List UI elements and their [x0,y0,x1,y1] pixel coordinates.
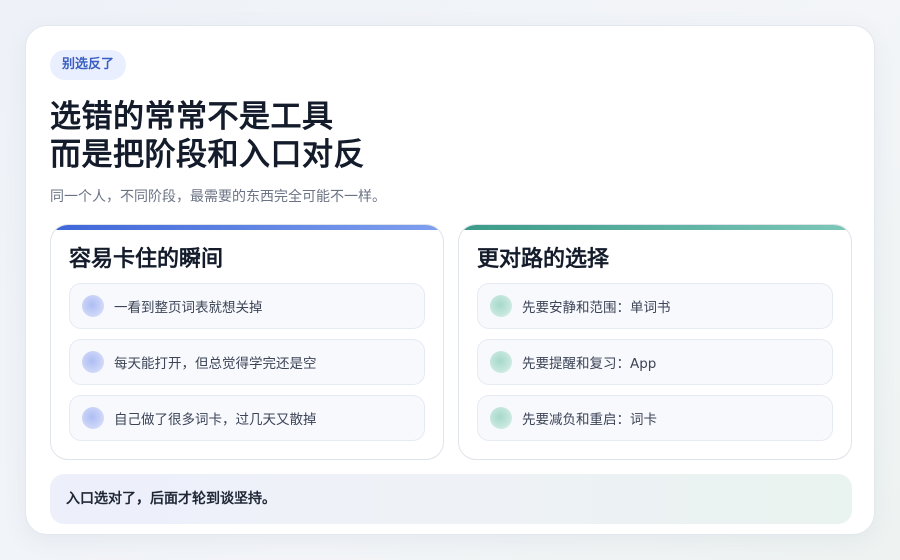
better-choices-panel: 更对路的选择 先要安静和范围：单词书 先要提醒和复习：App 先要减负和重启：词… [458,224,852,460]
list-item: 先要提醒和复习：App [477,339,833,385]
list-item: 先要减负和重启：词卡 [477,395,833,441]
footer-note: 入口选对了，后面才轮到谈坚持。 [50,474,852,524]
list-item-text: 自己做了很多词卡，过几天又散掉 [114,412,317,428]
list-item: 一看到整页词表就想关掉 [69,283,425,329]
list-item-text: 先要提醒和复习：App [522,356,657,372]
list-item: 每天能打开，但总觉得学完还是空 [69,339,425,385]
bullet-dot-icon [82,351,104,373]
page-title: 选错的常常不是工具 而是把阶段和入口对反 [50,98,365,174]
bullet-dot-icon [490,295,512,317]
category-tag: 别选反了 [50,50,127,80]
list-item-text: 先要减负和重启：词卡 [522,412,657,428]
page-title-line-1: 选错的常常不是工具 [50,99,334,135]
bullet-dot-icon [82,407,104,429]
main-card: 别选反了 选错的常常不是工具 而是把阶段和入口对反 同一个人，不同阶段，最需要的… [25,25,875,535]
list-item: 自己做了很多词卡，过几天又散掉 [69,395,425,441]
bullet-dot-icon [82,295,104,317]
page-subtitle: 同一个人，不同阶段，最需要的东西完全可能不一样。 [50,189,386,205]
panel-accent-bar [51,225,443,230]
bullet-dot-icon [490,407,512,429]
list-item-text: 一看到整页词表就想关掉 [114,300,263,316]
panel-title: 容易卡住的瞬间 [69,247,224,272]
page-title-line-2: 而是把阶段和入口对反 [50,137,365,173]
stuck-moments-panel: 容易卡住的瞬间 一看到整页词表就想关掉 每天能打开，但总觉得学完还是空 自己做了… [50,224,444,460]
item-list: 一看到整页词表就想关掉 每天能打开，但总觉得学完还是空 自己做了很多词卡，过几天… [69,283,425,451]
item-list: 先要安静和范围：单词书 先要提醒和复习：App 先要减负和重启：词卡 [477,283,833,451]
bullet-dot-icon [490,351,512,373]
panel-title: 更对路的选择 [477,247,610,272]
panel-accent-bar [459,225,851,230]
list-item: 先要安静和范围：单词书 [477,283,833,329]
list-item-text: 每天能打开，但总觉得学完还是空 [114,356,317,372]
list-item-text: 先要安静和范围：单词书 [522,300,671,316]
